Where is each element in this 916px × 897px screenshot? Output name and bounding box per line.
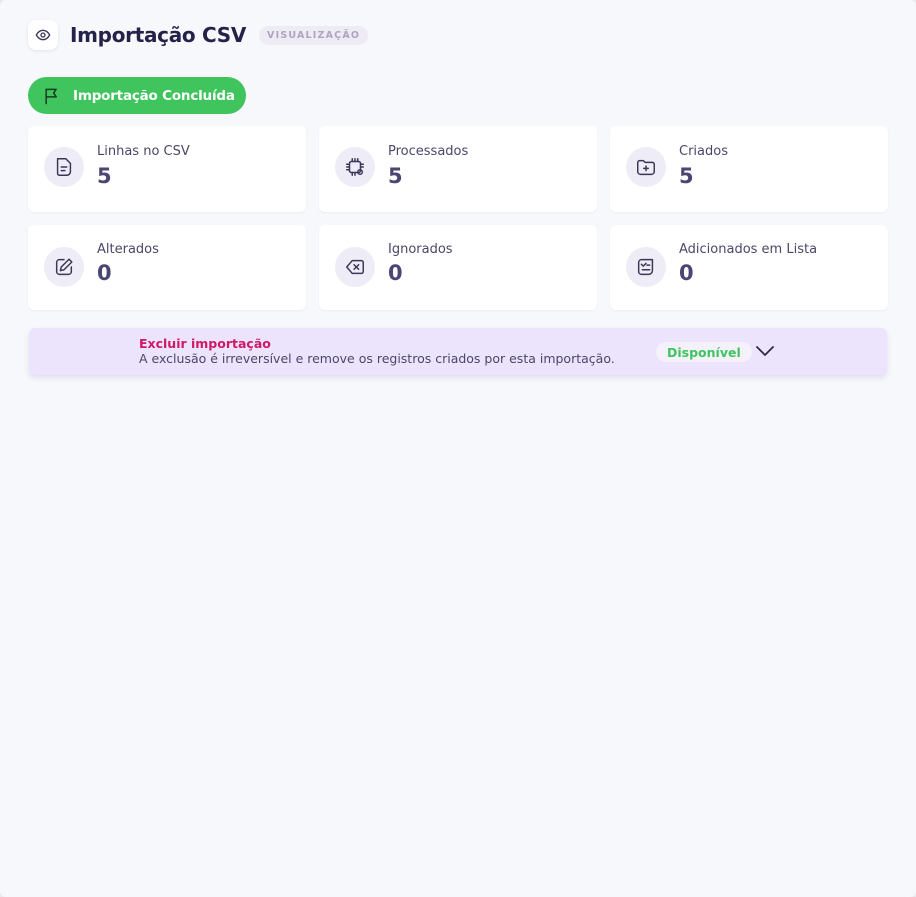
- stat-value: 5: [388, 164, 403, 188]
- stat-card-linhas: Linhas no CSV 5: [28, 126, 306, 212]
- delete-import-description: A exclusão é irreversível e remove os re…: [139, 351, 615, 366]
- flag-icon: [45, 88, 57, 104]
- chevron-down-icon[interactable]: [755, 344, 775, 358]
- stat-value: 5: [97, 164, 112, 188]
- stat-label: Ignorados: [388, 242, 453, 257]
- import-status-pill[interactable]: Importação Concluída: [28, 77, 246, 114]
- mode-badge: VISUALIZAÇÃO: [259, 25, 369, 45]
- stat-card-processados: Processados 5: [319, 126, 597, 212]
- stat-value: 5: [679, 164, 694, 188]
- stat-label: Alterados: [97, 242, 159, 257]
- stat-card-adicionados-lista: Adicionados em Lista 0: [610, 225, 888, 310]
- stat-label: Linhas no CSV: [97, 144, 190, 159]
- cpu-gear-icon: [346, 158, 364, 176]
- import-view-page: Importação CSV VISUALIZAÇÃO Importação C…: [0, 0, 916, 897]
- folder-plus-icon: [637, 159, 655, 176]
- page-header: Importação CSV VISUALIZAÇÃO: [28, 20, 369, 50]
- stat-card-criados: Criados 5: [610, 126, 888, 212]
- stat-value: 0: [679, 261, 694, 285]
- stat-card-ignorados: Ignorados 0: [319, 225, 597, 310]
- view-toggle-button[interactable]: [28, 20, 58, 50]
- stat-label: Criados: [679, 144, 728, 159]
- eye-icon: [35, 29, 51, 41]
- backspace-x-icon: [346, 259, 364, 275]
- stat-value: 0: [388, 261, 403, 285]
- list-check-icon: [637, 258, 654, 276]
- stat-label: Adicionados em Lista: [679, 242, 818, 257]
- stats-grid: Linhas no CSV 5 Processados 5 Criados 5 …: [28, 126, 888, 310]
- delete-import-title: Excluir importação: [139, 336, 271, 351]
- stat-card-alterados: Alterados 0: [28, 225, 306, 310]
- page-title: Importação CSV: [70, 23, 247, 47]
- stat-value: 0: [97, 261, 112, 285]
- edit-icon: [55, 258, 73, 276]
- file-text-icon: [56, 158, 72, 176]
- delete-import-panel[interactable]: Excluir importação A exclusão é irrevers…: [29, 328, 887, 375]
- stat-label: Processados: [388, 144, 469, 159]
- import-status-label: Importação Concluída: [73, 87, 235, 104]
- availability-badge: Disponível: [656, 342, 752, 362]
